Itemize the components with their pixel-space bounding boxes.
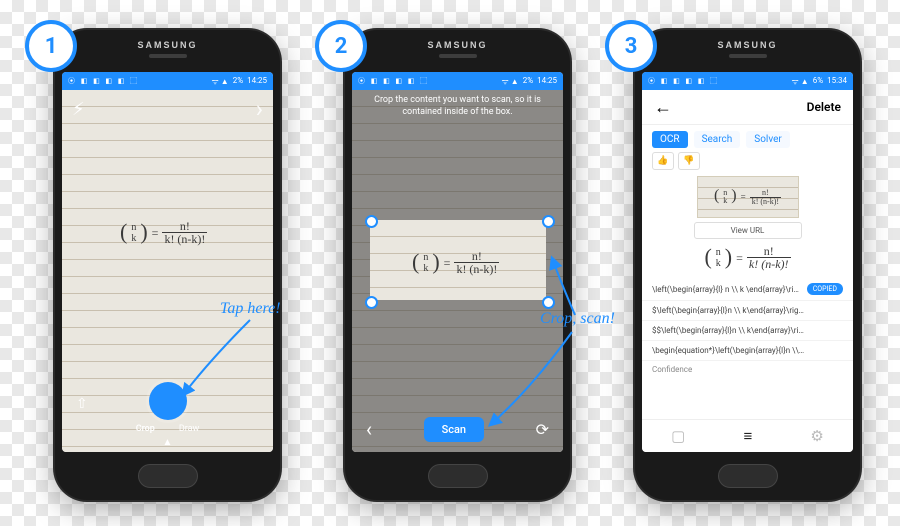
screen-3: ⦿ ◧ ◧ ◧ ◧ ⬚ ᯤ ▲ 6% 15:34 ← Delete OCR Se… — [642, 72, 853, 452]
tab-ocr[interactable]: OCR — [652, 131, 688, 148]
tab-search[interactable]: Search — [694, 131, 741, 148]
step-badge-2: 2 — [315, 20, 367, 72]
phone-brand: SAMSUNG — [635, 40, 860, 50]
status-bar: ⦿ ◧ ◧ ◧ ◧ ⬚ ᯤ ▲ 2% 14:25 — [62, 72, 273, 90]
latex-row-3[interactable]: $$\left(\begin{array}{l}n \\ k\end{array… — [642, 321, 853, 341]
battery-pct: 2% — [233, 76, 243, 87]
back-chevron-icon[interactable]: ‹ — [366, 417, 372, 441]
status-icons: ⦿ ◧ ◧ ◧ ◧ ⬚ — [358, 76, 429, 86]
delete-button[interactable]: Delete — [807, 100, 841, 114]
copied-badge: COPIED — [807, 283, 843, 295]
step-num-3: 3 — [625, 34, 638, 59]
annotation-tap-here: Tap here! — [220, 300, 281, 318]
frac-num: n! — [178, 220, 192, 232]
thumbs-down-icon[interactable]: 👎 — [678, 152, 700, 170]
equals: = — [152, 227, 159, 239]
chevron-right-icon[interactable]: › — [256, 95, 263, 123]
back-arrow-icon[interactable]: ← — [654, 97, 672, 118]
nav-gear-icon[interactable]: ⚙︎ — [810, 427, 823, 445]
phone-3: SAMSUNG ⦿ ◧ ◧ ◧ ◧ ⬚ ᯤ ▲ 6% 15:34 ← Delet… — [635, 30, 860, 500]
nav-camera-icon[interactable]: ▢ — [671, 427, 685, 445]
binom-k: k — [131, 233, 136, 244]
crop-handle-tr[interactable] — [542, 215, 555, 228]
latex-row-1[interactable]: \left(\begin{array}{l} n \\ k \end{array… — [642, 278, 853, 301]
nav-list-icon[interactable]: ≡ — [743, 427, 752, 445]
signal-icon: ᯤ ▲ — [502, 76, 519, 87]
status-icons: ⦿ ◧ ◧ ◧ ◧ ⬚ — [648, 76, 719, 86]
status-bar: ⦿ ◧ ◧ ◧ ◧ ⬚ ᯤ ▲ 6% 15:34 — [642, 72, 853, 90]
scan-button[interactable]: Scan — [424, 417, 484, 442]
home-button[interactable] — [718, 464, 778, 488]
step-badge-3: 3 — [605, 20, 657, 72]
phone-brand: SAMSUNG — [345, 40, 570, 50]
latex-row-2[interactable]: $\left(\begin{array}{l}n \\ k\end{array}… — [642, 301, 853, 321]
formula-thumb: ( n k ) = n! k! (n-k)! — [714, 189, 781, 206]
binom-n: n — [131, 222, 136, 233]
annotation-crop-scan: Crop, scan! — [540, 310, 615, 328]
latex-row-4[interactable]: \begin{equation*}\left(\begin{array}{l}n… — [642, 341, 853, 361]
screen-2: ⦿ ◧ ◧ ◧ ◧ ⬚ ᯤ ▲ 2% 14:25 ( n k ) = — [352, 72, 563, 452]
battery-pct: 2% — [523, 76, 533, 87]
step-num-2: 2 — [335, 34, 348, 59]
mode-crop[interactable]: Crop — [136, 424, 155, 434]
thumbs-up-icon[interactable]: 👍 — [652, 152, 674, 170]
status-icons: ⦿ ◧ ◧ ◧ ◧ ⬚ — [68, 76, 139, 86]
caret-up-icon[interactable]: ▲ — [163, 437, 173, 448]
phone-speaker — [149, 54, 187, 58]
cropped-thumbnail: ( n k ) = n! k! (n-k)! — [697, 176, 799, 218]
crop-instruction: Crop the content you want to scan, so it… — [364, 94, 551, 118]
phone-brand: SAMSUNG — [55, 40, 280, 50]
crop-handle-bl[interactable] — [365, 296, 378, 309]
shutter-button[interactable] — [149, 382, 187, 420]
tab-solver[interactable]: Solver — [746, 131, 790, 148]
crop-box[interactable]: ( n k ) = n! k! (n-k)! — [370, 220, 546, 300]
frac-den: k! (n-k)! — [162, 232, 207, 245]
formula-handwritten: ( n k ) = n! k! (n-k)! — [412, 250, 499, 275]
signal-icon: ᯤ ▲ — [212, 76, 229, 87]
confidence-label: Confidence — [642, 361, 853, 378]
clock: 14:25 — [537, 76, 557, 87]
crop-handle-tl[interactable] — [365, 215, 378, 228]
step-badge-1: 1 — [25, 20, 77, 72]
view-url-button[interactable]: View URL — [694, 222, 802, 239]
rendered-formula: ( n k ) = n! k! (n-k)! — [642, 245, 853, 270]
phone-1: SAMSUNG ⦿ ◧ ◧ ◧ ◧ ⬚ ᯤ ▲ 2% 14:25 ( n k )… — [55, 30, 280, 500]
phone-speaker — [729, 54, 767, 58]
signal-icon: ᯤ ▲ — [792, 76, 809, 87]
phone-2: SAMSUNG ⦿ ◧ ◧ ◧ ◧ ⬚ ᯤ ▲ 2% 14:25 ( n k ) — [345, 30, 570, 500]
home-button[interactable] — [428, 464, 488, 488]
mode-draw[interactable]: Draw — [179, 424, 199, 434]
latex-code: \left(\begin{array}{l} n \\ k \end{array… — [652, 285, 803, 294]
step-num-1: 1 — [45, 34, 58, 59]
home-button[interactable] — [138, 464, 198, 488]
crop-handle-br[interactable] — [542, 296, 555, 309]
screen-1: ⦿ ◧ ◧ ◧ ◧ ⬚ ᯤ ▲ 2% 14:25 ( n k ) = n! k!… — [62, 72, 273, 452]
rotate-icon[interactable]: ⟳ — [536, 420, 549, 439]
battery-pct: 6% — [813, 76, 823, 87]
status-bar: ⦿ ◧ ◧ ◧ ◧ ⬚ ᯤ ▲ 2% 14:25 — [352, 72, 563, 90]
clock: 14:25 — [247, 76, 267, 87]
flash-icon[interactable]: ⚡︎ — [72, 99, 85, 120]
clock: 15:34 — [827, 76, 847, 87]
formula-handwritten: ( n k ) = n! k! (n-k)! — [120, 220, 207, 245]
phone-speaker — [439, 54, 477, 58]
